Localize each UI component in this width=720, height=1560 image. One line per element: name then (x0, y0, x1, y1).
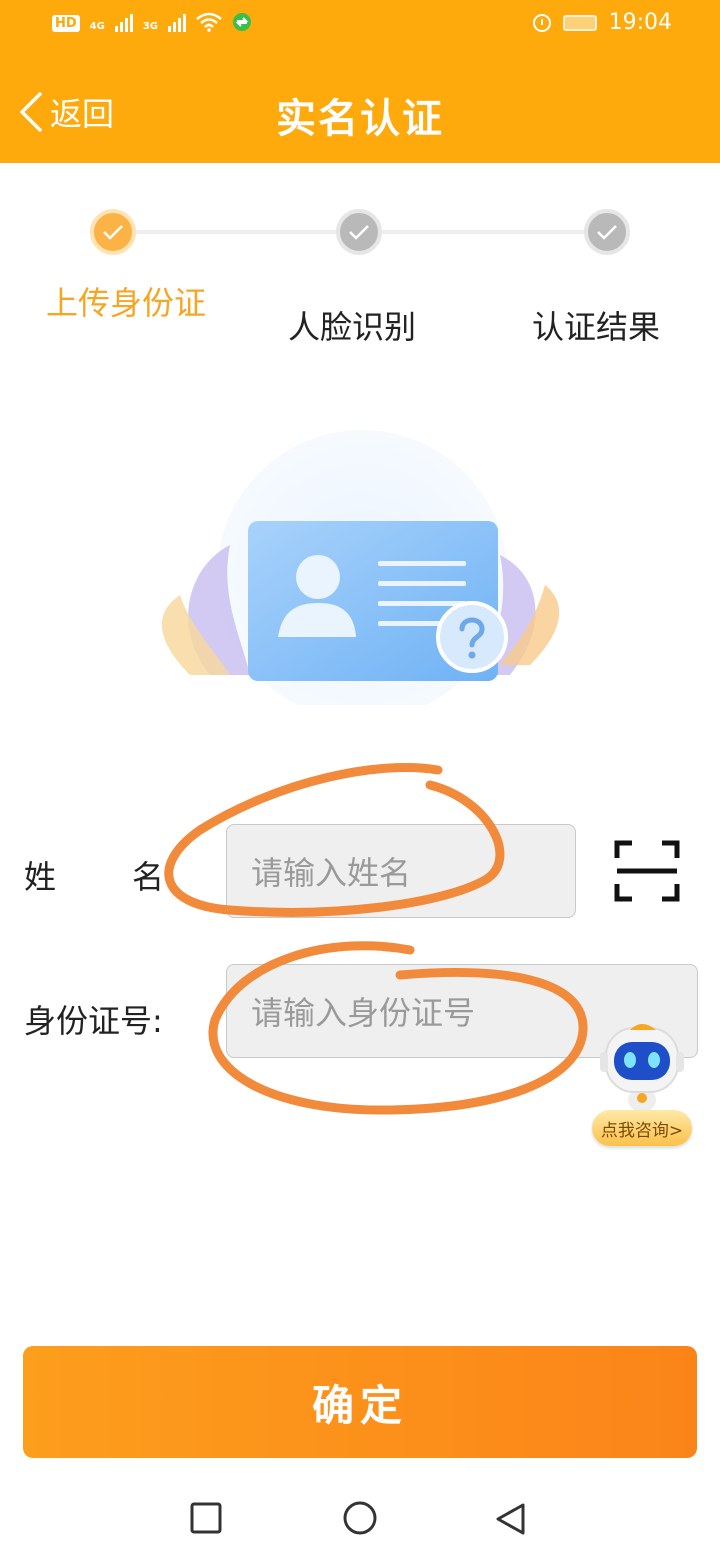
progress-steps: 上传身份证 人脸识别 认证结果 (0, 163, 720, 393)
assistant-label: 点我咨询> (592, 1110, 692, 1146)
scan-frame-icon[interactable] (614, 840, 680, 902)
step-connector (136, 230, 338, 234)
hd-badge: HD (52, 15, 80, 32)
id-card-illustration (161, 430, 560, 705)
nav-header: 返回 实名认证 (0, 60, 720, 163)
step-3-check-icon (584, 209, 630, 255)
step-3-label: 认证结果 (532, 308, 661, 346)
status-bar: HD 4G 3G 19:04 (0, 0, 720, 50)
name-label-char-2: 名 (132, 858, 165, 896)
name-input[interactable]: 请输入姓名 (226, 824, 576, 918)
step-1-check-icon (90, 209, 136, 255)
battery-icon (562, 14, 597, 31)
assistant-robot-button[interactable]: 点我咨询> (590, 1018, 696, 1150)
network-type-4g: 4G (89, 21, 105, 32)
alarm-icon (532, 13, 551, 32)
square-recent-icon[interactable] (190, 1502, 222, 1534)
step-2-label: 人脸识别 (288, 308, 417, 346)
status-time: 19:04 (608, 10, 672, 35)
wifi-icon (196, 12, 222, 32)
robot-icon (600, 1024, 684, 1112)
triangle-back-icon[interactable] (494, 1502, 526, 1536)
step-2-check-icon (336, 209, 382, 255)
system-nav-bar (0, 1478, 720, 1560)
confirm-button[interactable]: 确定 (23, 1346, 697, 1458)
network-type-3g: 3G (142, 21, 159, 32)
step-connector (382, 230, 586, 234)
page-title: 实名认证 (276, 96, 444, 142)
app-header-bar: HD 4G 3G 19:04 返回 实名认证 (0, 0, 720, 163)
signal-icon-2 (168, 12, 187, 32)
signal-icon (114, 12, 133, 32)
data-sync-icon (233, 13, 252, 31)
step-1-label: 上传身份证 (46, 284, 207, 322)
circle-home-icon[interactable] (342, 1500, 378, 1536)
id-number-label: 身份证号: (24, 1002, 163, 1040)
name-label-char-1: 姓 (24, 858, 57, 896)
